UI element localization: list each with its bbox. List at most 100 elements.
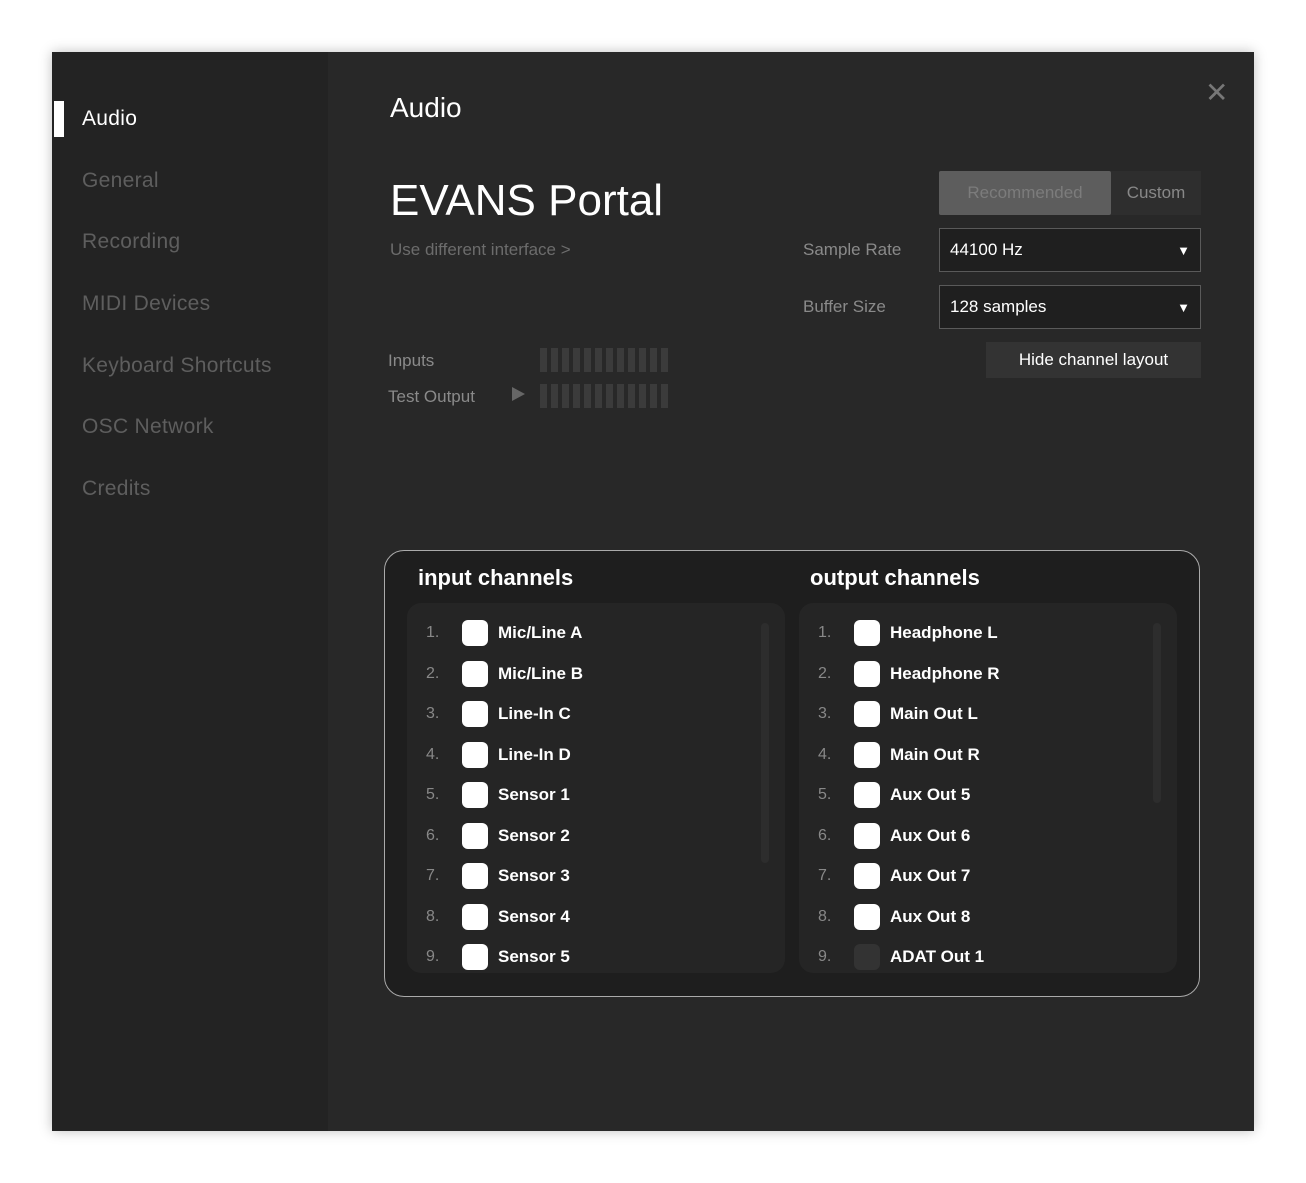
input-level-meter (540, 348, 668, 372)
channel-name: Aux Out 8 (890, 906, 971, 926)
channel-checkbox[interactable] (854, 701, 880, 728)
channel-checkbox[interactable] (854, 620, 880, 647)
channel-number: 5. (426, 786, 440, 804)
sidebar-item-audio[interactable]: Audio (82, 107, 137, 131)
buffer-size-select[interactable]: 128 samples ▼ (939, 285, 1201, 329)
channel-row: 2. Mic/Line B (407, 654, 785, 695)
buffer-size-value: 128 samples (950, 297, 1047, 316)
output-channel-list: 1. Headphone L 2. Headphone R 3. Main Out L 4.… (799, 603, 1177, 973)
channel-number: 2. (818, 664, 832, 682)
channel-row: 4. Line-In D (407, 735, 785, 776)
custom-button[interactable]: Custom (1111, 171, 1201, 215)
channel-layout-panel: input channels output channels 1. Mic/Lin… (384, 550, 1200, 997)
channel-number: 3. (818, 705, 832, 723)
channel-name: ADAT Out 1 (890, 947, 985, 967)
channel-name: Mic/Line B (498, 663, 584, 683)
sidebar-item-general[interactable]: General (82, 169, 159, 193)
chevron-down-icon: ▼ (1177, 242, 1190, 258)
sidebar-item-credits[interactable]: Credits (82, 477, 151, 501)
channel-checkbox[interactable] (462, 620, 488, 647)
channel-number: 8. (818, 907, 832, 925)
channel-number: 7. (818, 867, 832, 885)
channel-checkbox[interactable] (854, 822, 880, 849)
output-level-meter (540, 384, 668, 408)
channel-checkbox[interactable] (854, 903, 880, 930)
channel-row: 2. Headphone R (799, 654, 1177, 695)
channel-row: 3. Main Out L (799, 694, 1177, 735)
sidebar: Audio General Recording MIDI Devices Key… (52, 52, 328, 1131)
channel-name: Line-In D (498, 744, 571, 764)
channel-row: 9. Sensor 5 (407, 937, 785, 973)
channel-name: Aux Out 5 (890, 785, 971, 805)
sample-rate-select[interactable]: 44100 Hz ▼ (939, 228, 1201, 272)
channel-name: Mic/Line A (498, 623, 583, 643)
channel-number: 8. (426, 907, 440, 925)
sample-rate-label: Sample Rate (803, 240, 902, 259)
channel-name: Aux Out 6 (890, 825, 971, 845)
channel-name: Sensor 1 (498, 785, 570, 805)
channel-checkbox[interactable] (854, 782, 880, 809)
input-channel-list: 1. Mic/Line A 2. Mic/Line B 3. Line-In C 4. Lin… (407, 603, 785, 973)
channel-checkbox[interactable] (854, 863, 880, 890)
channel-row: 7. Sensor 3 (407, 856, 785, 897)
settings-dialog: Audio General Recording MIDI Devices Key… (52, 52, 1254, 1131)
channel-checkbox[interactable] (462, 822, 488, 849)
recommended-button[interactable]: Recommended (939, 171, 1111, 215)
channel-row: 8. Aux Out 8 (799, 897, 1177, 938)
channel-row: 3. Line-In C (407, 694, 785, 735)
play-icon[interactable] (512, 387, 525, 401)
channel-number: 5. (818, 786, 832, 804)
inputs-label: Inputs (388, 351, 435, 370)
chevron-down-icon: ▼ (1177, 299, 1190, 315)
channel-name: Main Out R (890, 744, 980, 764)
sidebar-item-midi-devices[interactable]: MIDI Devices (82, 292, 210, 316)
channel-checkbox[interactable] (462, 782, 488, 809)
channel-name: Main Out L (890, 704, 978, 724)
channel-checkbox[interactable] (462, 701, 488, 728)
sample-rate-value: 44100 Hz (950, 240, 1023, 259)
sidebar-item-osc-network[interactable]: OSC Network (82, 415, 214, 439)
channel-number: 7. (426, 867, 440, 885)
channel-name: Sensor 5 (498, 947, 570, 967)
channel-row: 6. Aux Out 6 (799, 816, 1177, 857)
channel-number: 2. (426, 664, 440, 682)
buffer-size-label: Buffer Size (803, 297, 886, 316)
channel-row: 7. Aux Out 7 (799, 856, 1177, 897)
hide-channel-layout-button[interactable]: Hide channel layout (986, 342, 1201, 378)
close-icon[interactable]: ✕ (1205, 76, 1228, 109)
channel-checkbox[interactable] (462, 660, 488, 687)
channel-name: Sensor 4 (498, 906, 570, 926)
channel-checkbox[interactable] (462, 863, 488, 890)
channel-row: 8. Sensor 4 (407, 897, 785, 938)
channel-number: 3. (426, 705, 440, 723)
channel-row: 5. Sensor 1 (407, 775, 785, 816)
channel-name: Aux Out 7 (890, 866, 971, 886)
output-channels-title: output channels (810, 565, 980, 590)
channel-name: Sensor 2 (498, 825, 570, 845)
channel-row: 1. Headphone L (799, 613, 1177, 654)
channel-checkbox[interactable] (854, 660, 880, 687)
channel-number: 9. (818, 948, 832, 966)
channel-name: Headphone L (890, 623, 998, 643)
channel-checkbox[interactable] (854, 741, 880, 768)
channel-checkbox[interactable] (462, 944, 488, 971)
channel-row: 9. ADAT Out 1 (799, 937, 1177, 973)
channel-row: 6. Sensor 2 (407, 816, 785, 857)
sidebar-item-keyboard-shortcuts[interactable]: Keyboard Shortcuts (82, 354, 272, 378)
page-title: Audio (390, 92, 462, 123)
channel-name: Headphone R (890, 663, 1000, 683)
channel-row: 4. Main Out R (799, 735, 1177, 776)
sidebar-item-recording[interactable]: Recording (82, 230, 180, 254)
channel-number: 9. (426, 948, 440, 966)
channel-checkbox[interactable] (462, 903, 488, 930)
channel-name: Line-In C (498, 704, 571, 724)
channel-checkbox[interactable] (462, 741, 488, 768)
input-channels-title: input channels (418, 565, 574, 590)
channel-checkbox[interactable] (854, 944, 880, 971)
use-different-interface-link[interactable]: Use different interface > (390, 240, 571, 260)
channel-row: 5. Aux Out 5 (799, 775, 1177, 816)
mode-toggle: Recommended Custom (939, 171, 1201, 215)
channel-name: Sensor 3 (498, 866, 570, 886)
channel-number: 1. (426, 624, 440, 642)
channel-number: 4. (426, 745, 440, 763)
